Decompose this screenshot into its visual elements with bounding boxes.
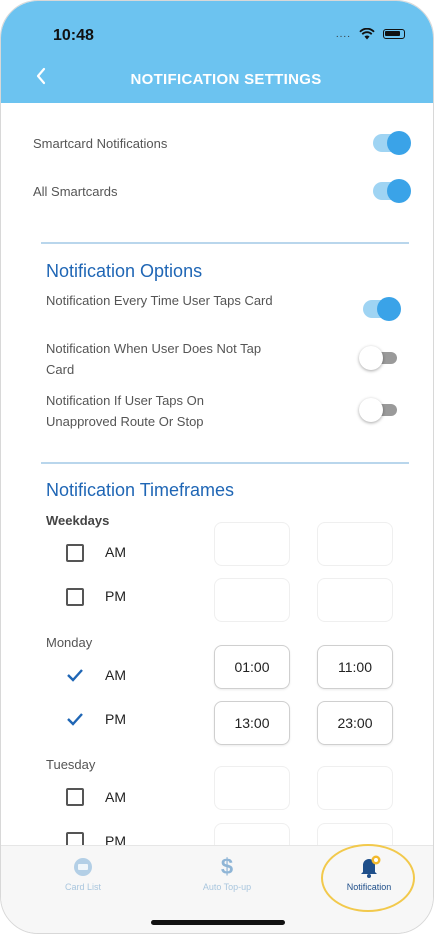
page-title: NOTIFICATION SETTINGS [130, 71, 322, 88]
phone-screen: 10:48 .... NOTIFICATION SETTINGS Smartca… [0, 0, 434, 934]
weekdays-pm-checkbox[interactable] [66, 588, 84, 606]
weekdays-pm-label: PM [105, 588, 126, 604]
smartcard-notifications-label: Smartcard Notifications [33, 136, 168, 151]
option-unapproved-label: Notification If User Taps On Unapproved … [46, 390, 204, 432]
group-monday-label: Monday [46, 635, 93, 650]
option-unapproved-toggle[interactable] [359, 398, 397, 422]
checkmark-icon [67, 669, 83, 682]
option-no-tap-toggle[interactable] [359, 346, 397, 370]
card-icon [23, 854, 143, 880]
battery-icon [383, 29, 405, 39]
section-divider [41, 462, 409, 464]
home-indicator [151, 920, 285, 925]
tab-auto-top-up[interactable]: $ Auto Top-up [167, 854, 287, 893]
signal-icon: .... [335, 28, 351, 40]
monday-am-checkbox[interactable] [66, 666, 84, 684]
tuesday-am-from-input[interactable] [214, 766, 290, 810]
toggle-knob [387, 131, 411, 155]
all-smartcards-toggle[interactable] [373, 179, 411, 203]
tab-card-list[interactable]: Card List [23, 854, 143, 892]
monday-pm-label: PM [105, 711, 126, 727]
all-smartcards-label: All Smartcards [33, 184, 118, 199]
option-every-tap-toggle[interactable] [363, 297, 401, 321]
status-time: 10:48 [53, 27, 94, 44]
option-every-tap-line1: Notification Every Time User Taps Card [46, 293, 273, 308]
toggle-knob [377, 297, 401, 321]
option-no-tap-line1: Notification When User Does Not Tap [46, 341, 262, 356]
toggle-knob [359, 346, 383, 370]
tuesday-am-to-input[interactable] [317, 766, 393, 810]
toggle-knob [387, 179, 411, 203]
monday-pm-to-input[interactable]: 23:00 [317, 701, 393, 745]
group-weekdays-label: Weekdays [46, 513, 110, 528]
weekdays-pm-to-input[interactable] [317, 578, 393, 622]
highlight-ring [321, 844, 415, 912]
weekdays-am-checkbox[interactable] [66, 544, 84, 562]
monday-am-label: AM [105, 667, 126, 683]
option-every-tap-label: Notification Every Time User Taps Card [46, 290, 273, 311]
tuesday-am-label: AM [105, 789, 126, 805]
monday-pm-from-input[interactable]: 13:00 [214, 701, 290, 745]
notification-options-title: Notification Options [46, 261, 203, 281]
status-icons: .... [336, 28, 405, 40]
app-header: 10:48 .... NOTIFICATION SETTINGS [1, 1, 433, 103]
wifi-icon [359, 28, 375, 40]
weekdays-pm-from-input[interactable] [214, 578, 290, 622]
dollar-icon: $ [220, 854, 234, 879]
notification-timeframes-title: Notification Timeframes [46, 480, 235, 500]
checkmark-icon [67, 713, 83, 726]
group-tuesday-label: Tuesday [46, 757, 96, 772]
option-no-tap-line2: Card [46, 362, 75, 377]
monday-am-to-input[interactable]: 11:00 [317, 645, 393, 689]
toggle-knob [359, 398, 383, 422]
option-unapproved-line2: Unapproved Route Or Stop [46, 414, 204, 429]
weekdays-am-label: AM [105, 544, 126, 560]
weekdays-am-to-input[interactable] [317, 522, 393, 566]
tuesday-am-checkbox[interactable] [66, 788, 84, 806]
option-no-tap-label: Notification When User Does Not Tap Card [46, 338, 261, 380]
option-unapproved-line1: Notification If User Taps On [46, 393, 204, 408]
weekdays-am-from-input[interactable] [214, 522, 290, 566]
smartcard-notifications-toggle[interactable] [373, 131, 411, 155]
monday-am-from-input[interactable]: 01:00 [214, 645, 290, 689]
tab-auto-top-up-label: Auto Top-up [202, 882, 252, 892]
section-divider [41, 242, 409, 244]
monday-pm-checkbox[interactable] [66, 710, 84, 728]
tab-card-list-label: Card List [64, 882, 101, 892]
